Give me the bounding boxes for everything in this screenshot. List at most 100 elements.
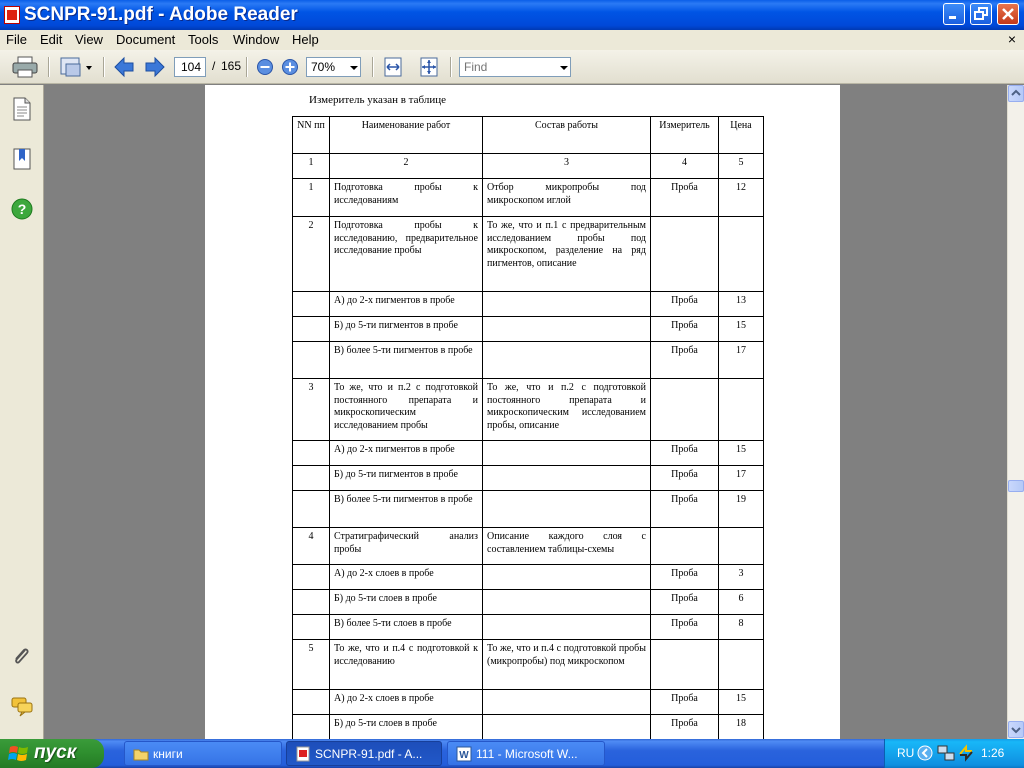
toolbar-separator bbox=[372, 57, 374, 77]
work-content bbox=[482, 614, 651, 640]
row-number bbox=[292, 714, 330, 739]
table-row: А) до 2-х слоев в пробе Проба 3 bbox=[292, 564, 764, 590]
column-number: 2 bbox=[329, 153, 483, 179]
work-name: А) до 2-х пигментов в пробе bbox=[329, 440, 483, 466]
network-icon[interactable] bbox=[937, 744, 955, 762]
work-content bbox=[482, 316, 651, 342]
bookmarks-icon[interactable] bbox=[10, 147, 34, 171]
close-button[interactable] bbox=[997, 3, 1019, 25]
start-button[interactable]: пуск bbox=[0, 739, 104, 768]
price: 17 bbox=[718, 341, 764, 379]
page-separator: / bbox=[212, 59, 216, 73]
column-number-row: 1 2 3 4 5 bbox=[292, 153, 764, 179]
zoom-out-icon[interactable] bbox=[256, 58, 274, 76]
header-unit: Измеритель bbox=[650, 116, 719, 154]
menu-document[interactable]: Document bbox=[116, 32, 175, 47]
task-microsoft-word[interactable]: W 111 - Microsoft W... bbox=[447, 741, 605, 766]
work-name: В) более 5-ти пигментов в пробе bbox=[329, 341, 483, 379]
help-icon[interactable]: ? bbox=[10, 197, 34, 221]
menu-edit[interactable]: Edit bbox=[40, 32, 62, 47]
scroll-down-button[interactable] bbox=[1008, 721, 1024, 738]
toolbar-separator bbox=[48, 57, 50, 77]
unit: Проба bbox=[650, 178, 719, 217]
price: 13 bbox=[718, 291, 764, 317]
tray-expand-icon[interactable] bbox=[917, 745, 933, 761]
unit bbox=[650, 639, 719, 690]
taskbar: пуск книги SCNPR-91.pdf - A... W 111 - M… bbox=[0, 739, 1024, 768]
scroll-up-button[interactable] bbox=[1008, 85, 1024, 102]
task-folder-knigi[interactable]: книги bbox=[124, 741, 282, 766]
attachments-icon[interactable] bbox=[10, 645, 34, 669]
row-number bbox=[292, 291, 330, 317]
find-dropdown-icon[interactable] bbox=[557, 57, 571, 77]
print-icon[interactable] bbox=[12, 56, 38, 78]
unit: Проба bbox=[650, 714, 719, 739]
document-viewport[interactable]: Измеритель указан в таблице NN пп Наимен… bbox=[44, 85, 1007, 739]
language-indicator[interactable]: RU bbox=[897, 746, 914, 760]
system-tray: RU 1:26 bbox=[884, 739, 1024, 768]
vertical-scrollbar[interactable] bbox=[1007, 85, 1024, 739]
unit: Проба bbox=[650, 440, 719, 466]
title-bar: SCNPR-91.pdf - Adobe Reader bbox=[0, 0, 1024, 30]
pdf-page: Измеритель указан в таблице NN пп Наимен… bbox=[205, 85, 840, 739]
window-title: SCNPR-91.pdf - Adobe Reader bbox=[24, 4, 298, 25]
row-number bbox=[292, 316, 330, 342]
zoom-dropdown-icon[interactable] bbox=[347, 57, 361, 77]
start-label: пуск bbox=[34, 742, 77, 763]
fit-page-icon[interactable] bbox=[418, 56, 440, 78]
comments-icon[interactable] bbox=[10, 695, 34, 719]
navigation-sidebar: ? bbox=[0, 85, 44, 739]
table-row: Б) до 5-ти слоев в пробе Проба 6 bbox=[292, 589, 764, 615]
price bbox=[718, 378, 764, 441]
fit-width-icon[interactable] bbox=[382, 56, 404, 78]
pages-icon[interactable] bbox=[10, 97, 34, 121]
table-row: А) до 2-х слоев в пробе Проба 15 bbox=[292, 689, 764, 715]
svg-text:?: ? bbox=[18, 201, 27, 217]
work-name: Стратиграфический анализ пробы bbox=[329, 527, 483, 565]
previous-page-icon[interactable] bbox=[113, 56, 135, 78]
table-row: 1 Подготовка пробы к исследованиям Отбор м… bbox=[292, 178, 764, 217]
task-adobe-reader[interactable]: SCNPR-91.pdf - A... bbox=[286, 741, 442, 766]
work-name: А) до 2-х слоев в пробе bbox=[329, 689, 483, 715]
price: 18 bbox=[718, 714, 764, 739]
work-name: Б) до 5-ти слоев в пробе bbox=[329, 714, 483, 739]
menu-tools[interactable]: Tools bbox=[188, 32, 218, 47]
price: 17 bbox=[718, 465, 764, 491]
menu-bar: File Edit View Document Tools Window Hel… bbox=[0, 30, 1024, 50]
price: 8 bbox=[718, 614, 764, 640]
work-name: То же, что и п.2 с подготовкой постоянно… bbox=[329, 378, 483, 441]
row-number bbox=[292, 689, 330, 715]
zoom-input[interactable]: 70% bbox=[306, 57, 348, 77]
svg-text:W: W bbox=[459, 750, 469, 761]
table-row: 4 Стратиграфический анализ пробы Описание … bbox=[292, 527, 764, 565]
table-header-row: NN пп Наименование работ Состав работы И… bbox=[292, 116, 764, 154]
table-row: А) до 2-х пигментов в пробе Проба 15 bbox=[292, 440, 764, 466]
column-number: 1 bbox=[292, 153, 330, 179]
menu-view[interactable]: View bbox=[75, 32, 103, 47]
minimize-icon bbox=[949, 16, 956, 19]
price: 19 bbox=[718, 490, 764, 528]
work-content bbox=[482, 689, 651, 715]
minimize-button[interactable] bbox=[943, 3, 965, 25]
header-work-content: Состав работы bbox=[482, 116, 651, 154]
next-page-icon[interactable] bbox=[144, 56, 166, 78]
restore-button[interactable] bbox=[970, 3, 992, 25]
scroll-thumb[interactable] bbox=[1008, 480, 1024, 492]
close-icon bbox=[1002, 8, 1014, 20]
menu-help[interactable]: Help bbox=[292, 32, 319, 47]
zoom-in-icon[interactable] bbox=[281, 58, 299, 76]
sync-icon[interactable] bbox=[957, 744, 975, 762]
task-label: 111 - Microsoft W... bbox=[476, 747, 578, 761]
windows-logo-icon bbox=[8, 746, 28, 761]
find-input[interactable] bbox=[459, 57, 558, 77]
price: 3 bbox=[718, 564, 764, 590]
page-setup-icon[interactable] bbox=[58, 56, 94, 78]
header-number: NN пп bbox=[292, 116, 330, 154]
menu-window[interactable]: Window bbox=[233, 32, 279, 47]
menu-file[interactable]: File bbox=[6, 32, 27, 47]
page-number-input[interactable]: 104 bbox=[174, 57, 206, 77]
work-name: В) более 5-ти пигментов в пробе bbox=[329, 490, 483, 528]
word-icon: W bbox=[456, 746, 472, 762]
document-close-icon[interactable]: × bbox=[1008, 31, 1016, 47]
work-content bbox=[482, 440, 651, 466]
